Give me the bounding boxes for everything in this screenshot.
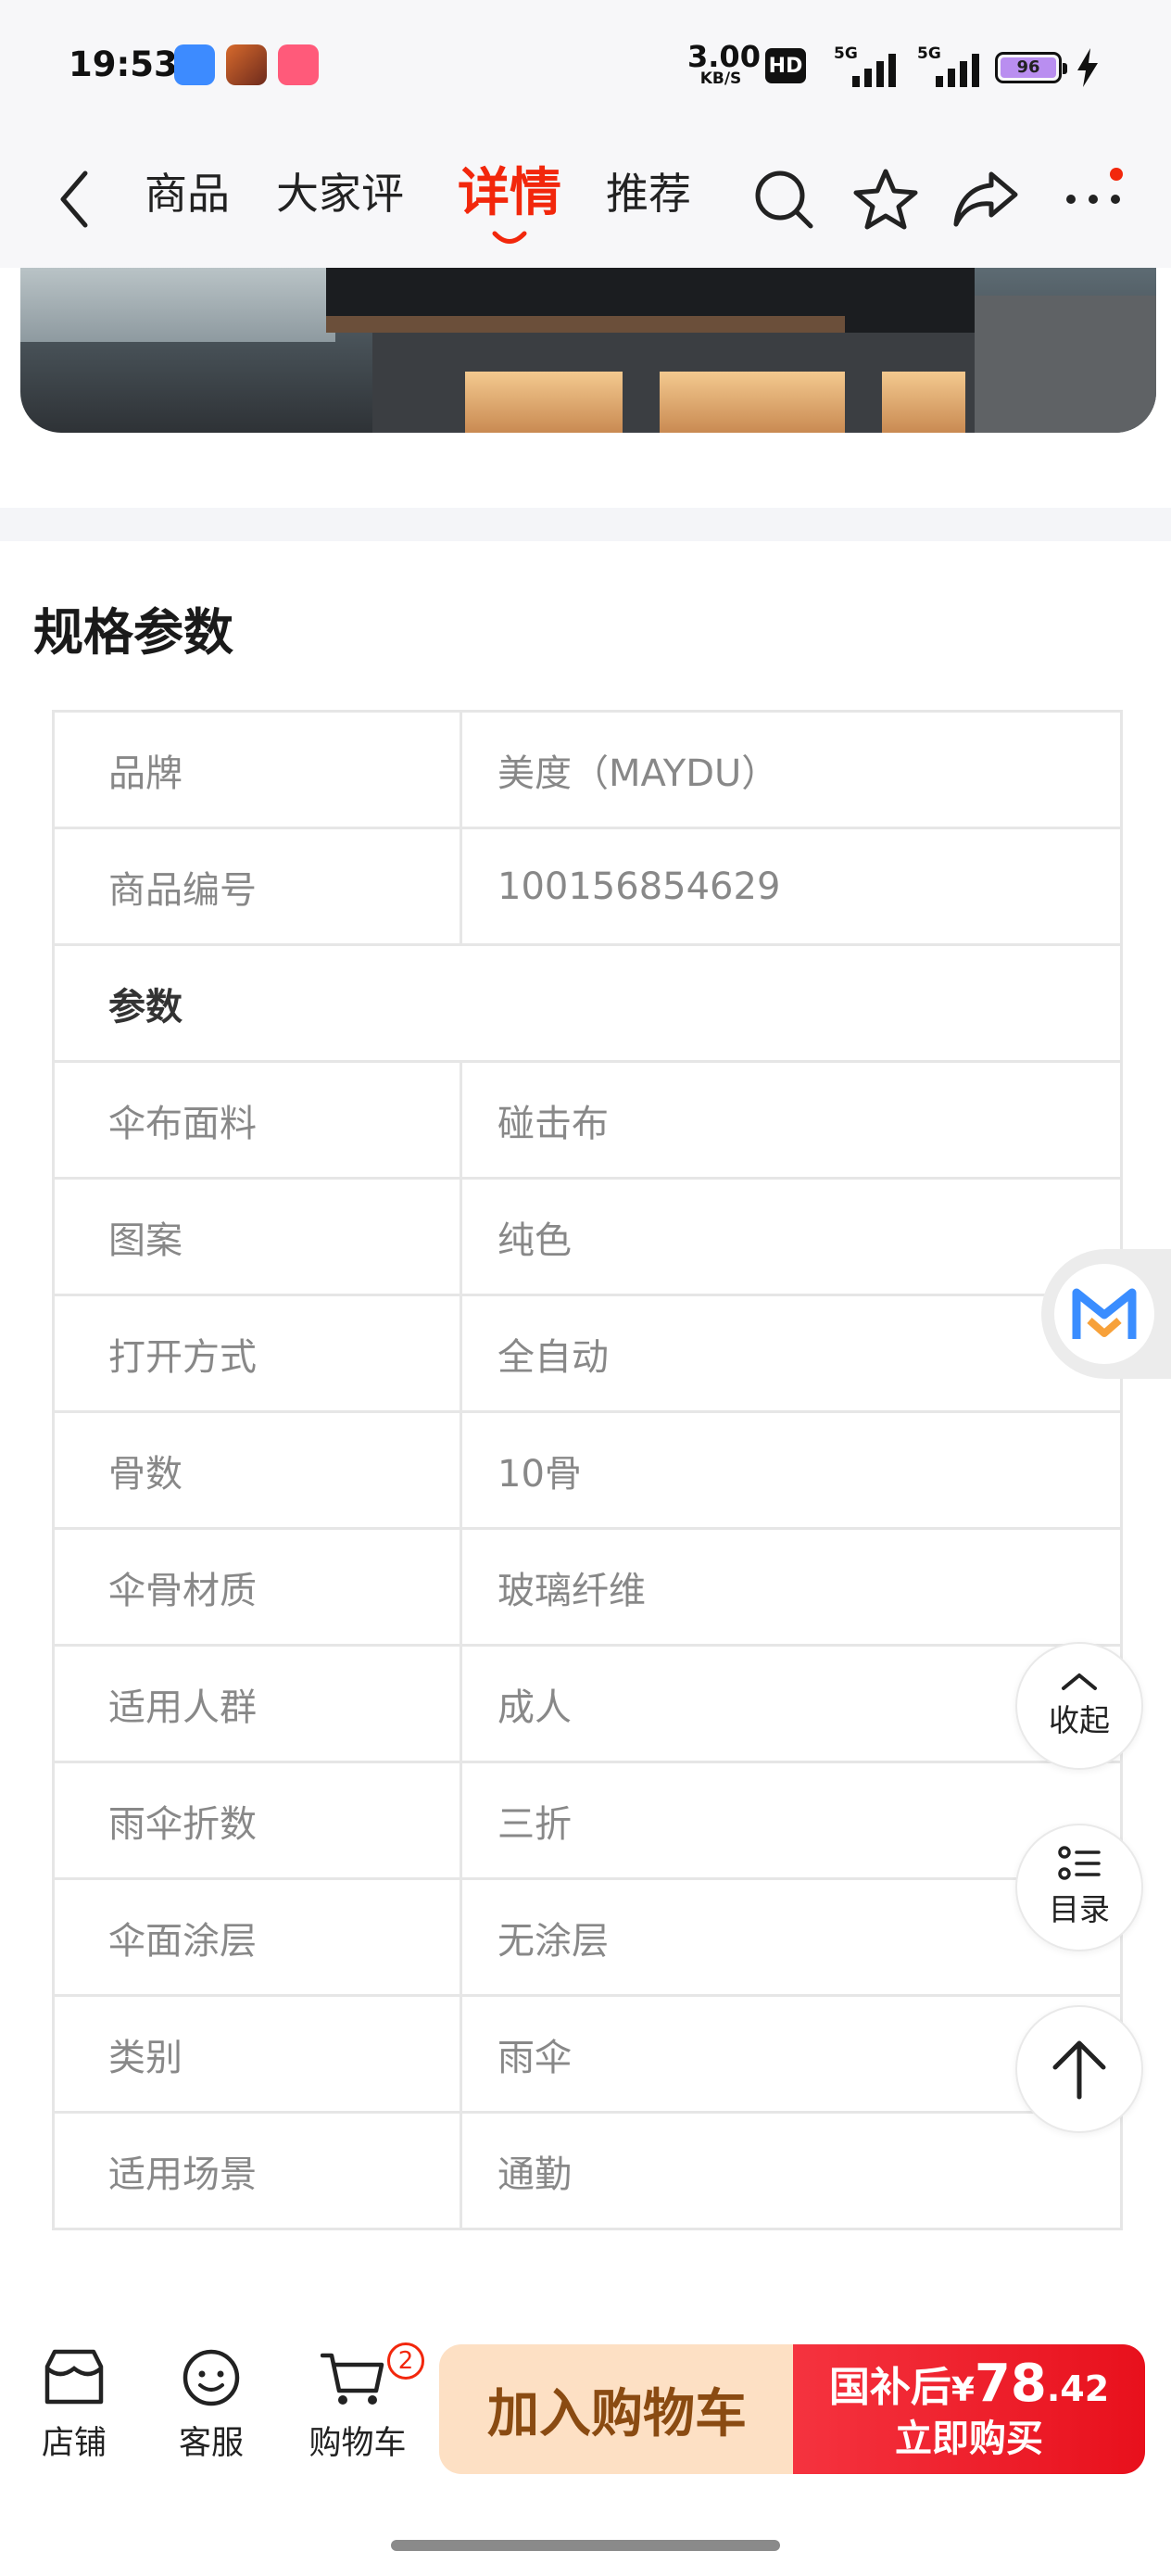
subsidized-price: 国补后¥78.42 [828,2357,1110,2417]
tab-recommend[interactable]: 推荐 [606,157,691,231]
arrow-up-icon [1052,2040,1106,2100]
table-row: 伞骨材质 玻璃纤维 [52,1527,1123,1647]
notification-app-icons [174,44,319,85]
price-prefix: 国补后 [828,2363,951,2411]
spec-value: 碰击布 [460,1060,1123,1180]
section-divider [0,508,1171,541]
spec-value: 玻璃纤维 [460,1527,1123,1647]
charging-icon [1077,48,1098,87]
star-icon [853,169,918,230]
status-time: 19:53 [69,44,178,84]
hd-icon: HD [765,48,806,83]
spec-value: 通勤 [460,2111,1123,2230]
spec-value: 美度（MAYDU） [460,710,1123,829]
customer-service-button[interactable]: 客服 [156,2348,267,2464]
battery-level: 96 [1001,57,1056,78]
price-integer: 78 [974,2353,1047,2414]
search-icon [755,170,813,229]
table-row: 参数 [52,943,1123,1063]
active-tab-indicator-icon [492,231,527,244]
spec-key: 商品编号 [52,827,462,946]
price-currency: ¥ [951,2370,975,2409]
game-notification-icon [226,44,267,85]
customer-service-label: 客服 [178,2425,244,2462]
tab-details-label: 详情 [458,163,561,223]
table-row: 适用人群 成人 [52,1644,1123,1763]
store-label: 店铺 [41,2425,107,2462]
favorite-button[interactable] [850,164,921,234]
share-icon [953,171,1018,227]
spec-section-title: 规格参数 [33,603,233,662]
table-row: 骨数 10骨 [52,1410,1123,1530]
table-row: 商品编号 100156854629 [52,827,1123,946]
store-icon [44,2349,104,2405]
buy-now-label: 立即购买 [895,2417,1043,2460]
cart-count-badge: 2 [387,2342,424,2380]
home-indicator[interactable] [391,2540,780,2551]
search-button[interactable] [749,164,819,234]
spec-group-header: 参数 [52,943,1123,1063]
status-bar: 19:53 3.00 KB/S HD 5G 5G 96 [0,0,1171,134]
chevron-up-icon [1062,1673,1097,1690]
cart-button[interactable]: 2 购物车 [293,2342,424,2464]
shopping-notification-icon [278,44,319,85]
back-to-top-button[interactable] [1015,2005,1143,2133]
back-button[interactable] [46,162,102,236]
assistant-logo-icon [1072,1288,1137,1339]
add-to-cart-button[interactable]: 加入购物车 [439,2344,795,2474]
battery-icon: 96 [995,52,1067,83]
spec-value: 100156854629 [460,827,1123,946]
network-speed: 3.00 KB/S [687,39,761,87]
spec-key: 伞面涂层 [52,1877,462,1997]
table-row: 伞布面料 碰击布 [52,1060,1123,1180]
chevron-left-icon [60,170,88,228]
customer-service-icon [183,2349,240,2406]
table-row: 伞面涂层 无涂层 [52,1877,1123,1997]
tab-product[interactable]: 商品 [145,157,230,231]
collapse-label: 收起 [1049,1702,1110,1738]
table-row: 雨伞折数 三折 [52,1761,1123,1880]
catalog-button[interactable]: 目录 [1015,1824,1143,1951]
bottom-action-bar: 店铺 客服 2 购物车 加入购物车 国补后¥78.42 立即购买 [0,2326,1171,2576]
spec-value: 纯色 [460,1177,1123,1296]
catalog-label: 目录 [1049,1891,1110,1927]
spec-value: 全自动 [460,1294,1123,1413]
floating-assistant-button[interactable] [1041,1249,1171,1379]
store-button[interactable]: 店铺 [19,2348,130,2464]
network-speed-value: 3.00 [687,39,761,74]
more-button[interactable] [1058,164,1128,234]
tab-details[interactable]: 详情 [458,157,561,244]
tab-reviews[interactable]: 大家评 [276,157,404,231]
cart-icon [320,2353,384,2405]
table-row: 类别 雨伞 [52,1994,1123,2114]
price-decimal: .42 [1046,2368,1110,2409]
spec-key: 适用场景 [52,2111,462,2230]
notification-dot [1110,168,1123,181]
spec-key: 适用人群 [52,1644,462,1763]
spec-key: 伞骨材质 [52,1527,462,1647]
spec-key: 品牌 [52,710,462,829]
spec-key: 图案 [52,1177,462,1296]
collapse-button[interactable]: 收起 [1015,1642,1143,1770]
spec-key: 骨数 [52,1410,462,1530]
spec-key: 类别 [52,1994,462,2114]
spec-key: 打开方式 [52,1294,462,1413]
spec-key: 雨伞折数 [52,1761,462,1880]
buy-now-button[interactable]: 国补后¥78.42 立即购买 [793,2344,1145,2474]
more-icon [1066,195,1120,204]
table-row: 图案 纯色 [52,1177,1123,1296]
share-button[interactable] [951,164,1021,234]
list-icon [1058,1846,1101,1880]
table-row: 品牌 美度（MAYDU） [52,710,1123,829]
table-row: 打开方式 全自动 [52,1294,1123,1413]
spec-key: 伞布面料 [52,1060,462,1180]
table-row: 适用场景 通勤 [52,2111,1123,2230]
app-notification-icon [174,44,215,85]
product-detail-image [20,268,1156,433]
cart-label: 购物车 [308,2425,407,2462]
spec-value: 10骨 [460,1410,1123,1530]
top-navigation: 商品 大家评 详情 推荐 [0,134,1171,268]
spec-table: 品牌 美度（MAYDU） 商品编号 100156854629 参数 伞布面料 碰… [52,710,1123,2230]
